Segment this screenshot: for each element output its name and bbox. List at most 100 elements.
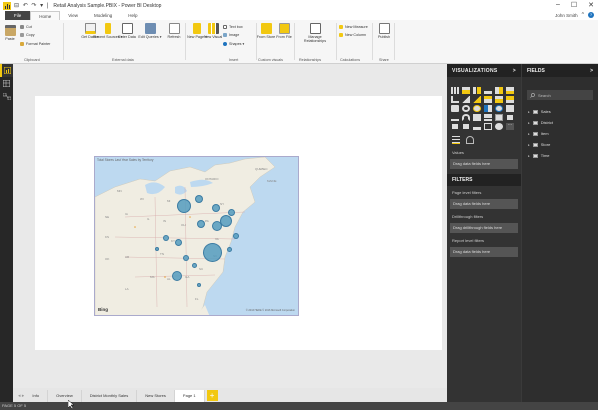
expand-icon[interactable]: ▸ (528, 143, 530, 147)
donut-chart-icon[interactable] (462, 105, 470, 112)
tab-modeling[interactable]: Modeling (86, 11, 120, 20)
100-bar-chart-icon[interactable] (495, 87, 503, 94)
page-tab-district-monthly-sales[interactable]: District Monthly Sales (81, 390, 138, 402)
card-icon[interactable] (484, 114, 492, 121)
map-bubble[interactable] (163, 235, 169, 241)
expand-icon[interactable]: ▸ (528, 154, 530, 158)
line-and-stacked-column-icon[interactable] (495, 96, 503, 103)
page-tab-overview[interactable]: Overview (48, 390, 82, 402)
tab-file[interactable]: File (5, 11, 31, 20)
map-bubble[interactable] (195, 195, 203, 203)
page-tab-new-stores[interactable]: New Stores (137, 390, 175, 402)
quick-access-toolbar[interactable]: ⊟ ↶ ↷ ▾ | (14, 2, 49, 9)
field-table-time[interactable]: ▸ Time (522, 150, 598, 161)
refresh-button[interactable]: Refresh (166, 23, 182, 39)
manage-relationships-button[interactable]: Manage Relationships (304, 23, 326, 44)
collapse-visualizations-icon[interactable]: > (513, 68, 516, 74)
kpi-icon[interactable] (495, 114, 503, 121)
map-bubble[interactable] (203, 243, 222, 262)
stacked-area-chart-icon[interactable] (473, 96, 481, 103)
tab-help[interactable]: Help (120, 11, 145, 20)
field-table-item[interactable]: ▸ Item (522, 128, 598, 139)
table-icon[interactable] (451, 123, 459, 130)
tab-home[interactable]: Home (30, 11, 61, 20)
user-name[interactable]: John Smith (555, 13, 578, 18)
map-bubble[interactable] (233, 233, 239, 239)
map-bubble[interactable] (192, 263, 197, 268)
new-page-button[interactable]: New Page ▾ (187, 23, 207, 39)
gauge-icon[interactable] (462, 114, 470, 121)
map-bubble[interactable] (172, 271, 182, 281)
stacked-column-chart-icon[interactable] (462, 87, 470, 94)
image-button[interactable]: Image (223, 33, 239, 37)
report-filters-drop-zone[interactable]: Drag data fields here (450, 247, 518, 257)
100-column-chart-icon[interactable] (506, 87, 514, 94)
r-visual-icon[interactable] (473, 123, 481, 130)
field-table-store[interactable]: ▸ Store (522, 139, 598, 150)
line-chart-icon[interactable] (451, 96, 459, 103)
pie-chart-icon[interactable] (473, 105, 481, 112)
drillthrough-drop-zone[interactable]: Drag drillthrough fields here (450, 223, 518, 233)
copy-button[interactable]: Copy (20, 33, 35, 37)
map-bubble[interactable] (220, 215, 232, 227)
map-bubble[interactable] (155, 247, 159, 251)
maximize-button[interactable]: ☐ (571, 1, 577, 9)
field-table-sales[interactable]: ▸ Sales (522, 106, 598, 117)
paste-button[interactable]: Paste (2, 25, 18, 41)
more-visuals-icon[interactable]: ··· (506, 123, 514, 130)
field-table-district[interactable]: ▸ District (522, 117, 598, 128)
text-box-button[interactable]: Text box (223, 25, 243, 29)
map-icon[interactable] (495, 105, 503, 112)
new-visual-button[interactable]: New Visual (204, 23, 222, 39)
help-icon[interactable]: ? (588, 12, 594, 18)
map-visual[interactable]: Total Stores Last Year Sales by Territor… (94, 156, 299, 316)
expand-icon[interactable]: ▸ (528, 121, 530, 125)
map-bubble[interactable] (227, 247, 232, 252)
tab-view[interactable]: View (60, 11, 86, 20)
multi-row-card-icon[interactable] (473, 114, 481, 121)
map-bubble[interactable] (183, 255, 189, 261)
waterfall-chart-icon[interactable] (506, 96, 514, 103)
collapse-ribbon-icon[interactable]: ^ (582, 12, 584, 18)
clustered-bar-chart-icon[interactable] (473, 87, 481, 94)
area-chart-icon[interactable] (462, 96, 470, 103)
new-measure-button[interactable]: New Measure (339, 25, 368, 29)
minimize-button[interactable]: – (556, 1, 560, 9)
new-column-button[interactable]: New Column (339, 33, 366, 37)
collapse-fields-icon[interactable]: > (590, 68, 593, 74)
fields-tab-icon[interactable] (452, 136, 460, 144)
map-bubble[interactable] (197, 283, 201, 287)
funnel-icon[interactable] (451, 114, 459, 121)
map-bubble[interactable] (175, 239, 182, 246)
globe-icon[interactable] (495, 123, 503, 130)
values-drop-zone[interactable]: Drag data fields here (450, 159, 518, 169)
treemap-icon[interactable] (484, 105, 492, 112)
matrix-icon[interactable] (462, 123, 470, 130)
publish-button[interactable]: Publish (376, 23, 392, 39)
expand-icon[interactable]: ▸ (528, 132, 530, 136)
add-page-button[interactable]: + (206, 390, 218, 401)
page-tab-info[interactable]: Info (24, 390, 49, 402)
format-painter-button[interactable]: Format Painter (20, 42, 50, 46)
from-file-button[interactable]: From File (276, 23, 292, 39)
recent-sources-button[interactable]: Recent Sources ▾ (93, 23, 123, 39)
scatter-chart-icon[interactable] (451, 105, 459, 112)
page-tab-page-1[interactable]: Page 1 (174, 390, 205, 402)
enter-data-button[interactable]: Enter Data (118, 23, 136, 39)
clustered-column-chart-icon[interactable] (484, 87, 492, 94)
map-bubble[interactable] (197, 220, 205, 228)
from-store-button[interactable]: From Store (257, 23, 275, 39)
stacked-bar-chart-icon[interactable] (451, 87, 459, 94)
r-script-icon[interactable] (484, 123, 492, 130)
map-bubble[interactable] (212, 204, 220, 212)
cut-button[interactable]: Cut (20, 25, 32, 29)
map-bubble[interactable] (177, 199, 191, 213)
shapes-button[interactable]: Shapes ▾ (223, 42, 244, 46)
close-button[interactable]: ✕ (588, 1, 594, 9)
expand-icon[interactable]: ▸ (528, 110, 530, 114)
filled-map-icon[interactable] (506, 105, 514, 112)
line-and-column-chart-icon[interactable] (484, 96, 492, 103)
fields-search-input[interactable]: Search (527, 90, 593, 100)
slicer-icon[interactable] (506, 114, 514, 121)
page-filters-drop-zone[interactable]: Drag data fields here (450, 199, 518, 209)
